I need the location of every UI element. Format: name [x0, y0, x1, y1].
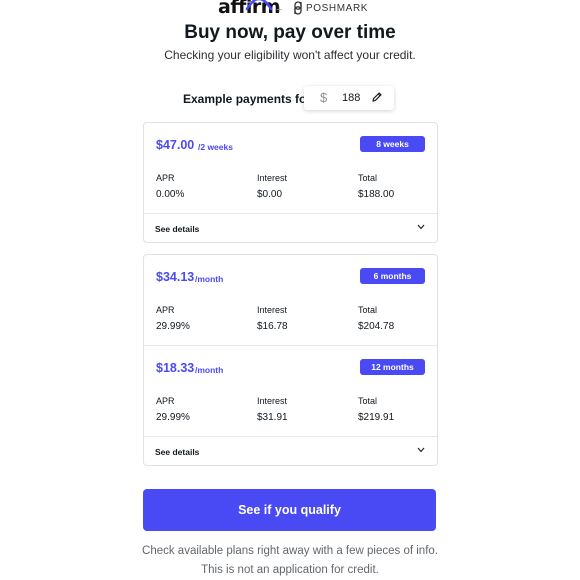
apr-label: APR [156, 305, 175, 315]
see-details-toggle[interactable]: See details [144, 213, 437, 242]
see-details-toggle[interactable]: See details [144, 436, 437, 465]
see-details-label: See details [155, 447, 200, 457]
total-value: $188.00 [358, 189, 395, 200]
footer-info-line: Check available plans right away with a … [142, 545, 438, 557]
total-value: $204.78 [358, 321, 395, 332]
currency-symbol: $ [320, 90, 328, 105]
chevron-down-icon [417, 447, 425, 453]
term-badge: 12 months [360, 359, 425, 375]
plus-sign: + [276, 4, 283, 16]
plan-card-monthly: $34.13 /month 6 months APR 29.99% Intere… [143, 254, 438, 466]
footer-disclaimer: This is not an application for credit. [201, 564, 379, 576]
total-label: Total [358, 396, 378, 406]
pencil-icon[interactable] [371, 91, 383, 103]
plan-price: $18.33 [156, 361, 195, 375]
plan-price: $47.00 [156, 138, 195, 152]
poshmark-logo-text: POSHMARK [306, 3, 369, 14]
apr-label: APR [156, 396, 175, 406]
see-if-you-qualify-button[interactable]: See if you qualify [143, 489, 436, 531]
see-details-label: See details [155, 224, 200, 234]
term-badge: 8 weeks [360, 136, 425, 152]
apr-label: APR [156, 173, 175, 183]
interest-value: $31.91 [257, 412, 288, 423]
plan-8-weeks: $47.00 /2 weeks 8 weeks APR 0.00% Intere… [144, 123, 437, 213]
chevron-down-icon [417, 224, 425, 230]
interest-value: $16.78 [257, 321, 288, 332]
plan-period: /2 weeks [198, 142, 233, 152]
plan-6-months: $34.13 /month 6 months APR 29.99% Intere… [144, 255, 437, 345]
poshmark-logo-icon [294, 1, 302, 15]
plan-period: /month [195, 365, 224, 375]
apr-value: 29.99% [156, 412, 190, 423]
amount-input[interactable]: $ 188 [304, 86, 394, 110]
header: affirm + POSHMARK [0, 0, 580, 20]
total-label: Total [358, 305, 378, 315]
plan-card-8-weeks: $47.00 /2 weeks 8 weeks APR 0.00% Intere… [143, 122, 438, 243]
example-payments-label: Example payments for [183, 92, 312, 106]
total-value: $219.91 [358, 412, 395, 423]
interest-label: Interest [257, 173, 288, 183]
plan-period: /month [195, 274, 224, 284]
page-title: Buy now, pay over time [184, 22, 396, 43]
plan-price: $34.13 [156, 270, 195, 284]
interest-value: $0.00 [257, 189, 283, 200]
total-label: Total [358, 173, 378, 183]
amount-value[interactable]: 188 [342, 92, 360, 104]
apr-value: 29.99% [156, 321, 190, 332]
term-badge: 6 months [360, 268, 425, 284]
page-subtitle: Checking your eligibility won't affect y… [164, 48, 416, 62]
plan-12-months: $18.33 /month 12 months APR 29.99% Inter… [144, 345, 437, 436]
apr-value: 0.00% [156, 189, 185, 200]
interest-label: Interest [257, 305, 288, 315]
interest-label: Interest [257, 396, 288, 406]
affirm-arc-icon [245, 0, 273, 11]
